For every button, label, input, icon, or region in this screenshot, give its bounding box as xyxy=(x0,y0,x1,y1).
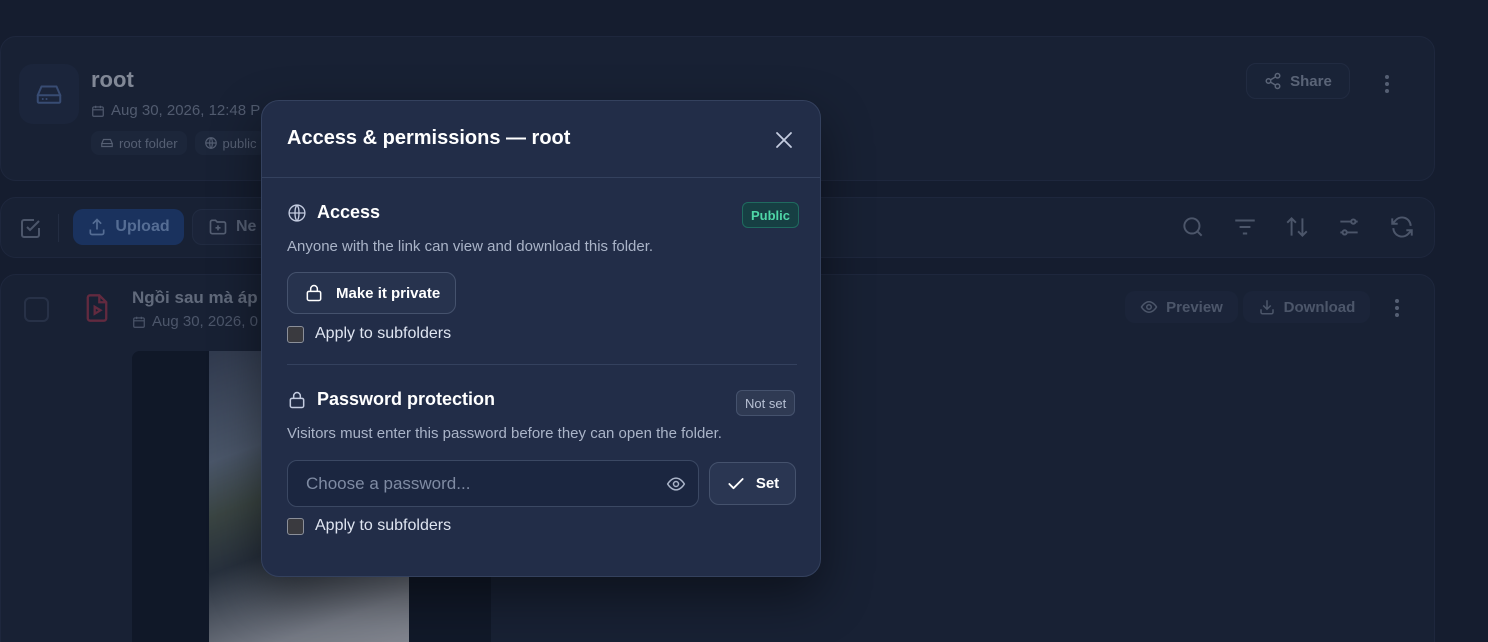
password-field xyxy=(287,460,699,507)
password-apply-subfolders[interactable]: Apply to subfolders xyxy=(287,517,451,535)
lock-icon xyxy=(289,391,305,408)
access-section-title: Access xyxy=(287,202,380,223)
password-section-title: Password protection xyxy=(287,389,495,410)
dialog-title: Access & permissions — root xyxy=(287,127,571,149)
password-title-text: Password protection xyxy=(317,389,496,409)
dialog-header: Access & permissions — root xyxy=(262,101,820,178)
make-private-button[interactable]: Make it private xyxy=(287,272,456,314)
access-apply-subfolders[interactable]: Apply to subfolders xyxy=(287,325,451,343)
section-divider xyxy=(287,364,797,365)
access-apply-subfolders-checkbox[interactable] xyxy=(287,325,304,343)
set-password-button[interactable]: Set xyxy=(709,462,796,505)
access-title-text: Access xyxy=(317,202,381,222)
access-permissions-dialog: Access & permissions — root Access Publi… xyxy=(261,100,821,577)
make-private-label: Make it private xyxy=(336,284,441,302)
password-status-badge: Not set xyxy=(736,390,796,416)
check-icon xyxy=(728,477,744,489)
password-description: Visitors must enter this password before… xyxy=(287,425,722,442)
lock-icon xyxy=(306,284,322,302)
access-apply-subfolders-label: Apply to subfolders xyxy=(315,325,452,342)
set-label: Set xyxy=(755,475,780,492)
globe-icon xyxy=(288,203,306,222)
password-apply-subfolders-label: Apply to subfolders xyxy=(315,517,452,534)
password-input[interactable] xyxy=(288,461,648,506)
access-description: Anyone with the link can view and downlo… xyxy=(287,238,654,255)
close-icon[interactable] xyxy=(772,128,796,152)
show-password-eye-icon[interactable] xyxy=(666,474,686,494)
password-apply-subfolders-checkbox[interactable] xyxy=(287,517,304,535)
access-status-badge: Public xyxy=(742,202,800,228)
